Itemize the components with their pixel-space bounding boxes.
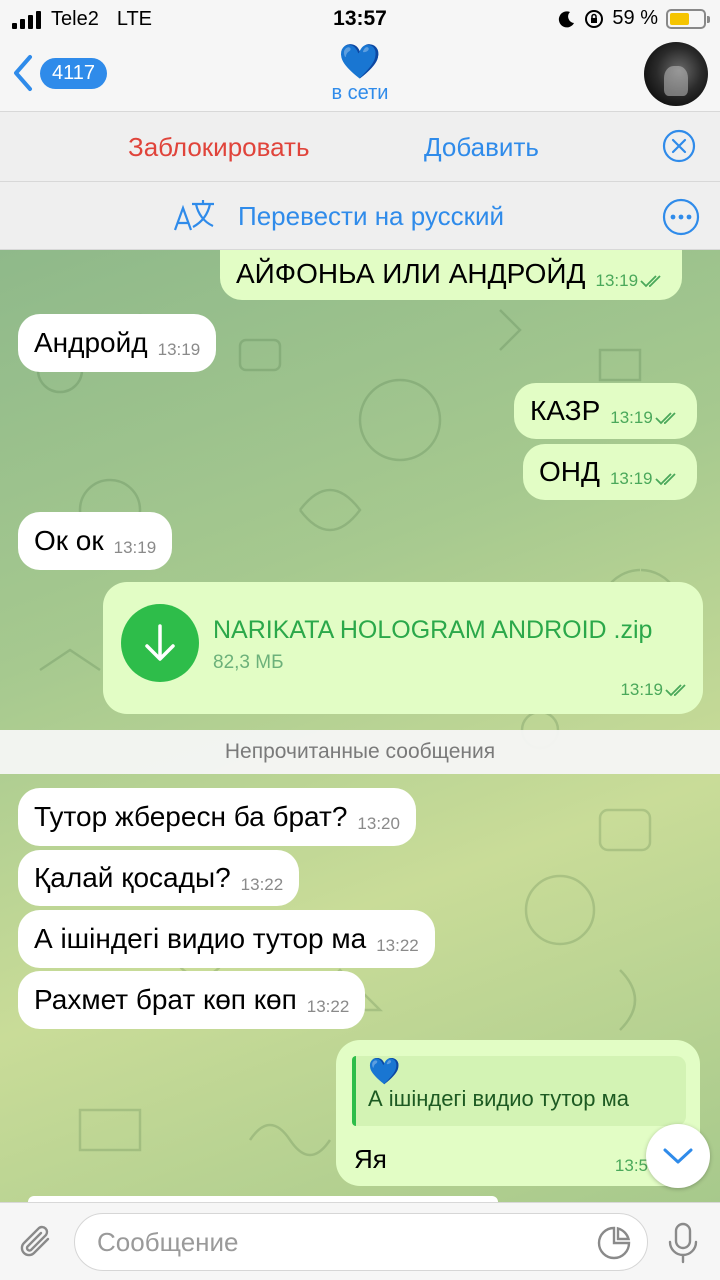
message-text: АЙФОНЬА ИЛИ АНДРОЙД [236,258,586,289]
message-bubble-incoming[interactable]: Тутор жбересн ба брат? 13:20 [18,788,416,846]
message-bubble-outgoing[interactable]: АЙФОНЬА ИЛИ АНДРОЙД 13:19 [220,250,683,300]
message-time: 13:19 [113,538,157,557]
message-bubble-incoming[interactable]: Қалай қосады? 13:22 [18,850,300,906]
message-text: А ішіндегі видио тутор ма [34,923,367,954]
reply-message-bubble[interactable]: 💙 А ішіндегі видио тутор ма Яя 13:5 [336,1040,700,1186]
message-bubble-outgoing[interactable]: ОНД 13:19 [523,444,697,500]
message-time: 13:19 [596,271,667,291]
file-size: 82,3 МБ [213,652,284,673]
translate-button[interactable]: Перевести на русский [238,201,504,232]
avatar[interactable] [644,42,708,106]
microphone-icon[interactable] [664,1221,702,1265]
message-bubble-incoming[interactable]: Андройд 13:19 [18,314,217,372]
message-list[interactable]: АЙФОНЬА ИЛИ АНДРОЙД 13:19 Андройд 13:19 … [0,250,720,1202]
block-button[interactable]: Заблокировать [128,132,310,163]
message-text: Тутор жбересн ба брат? [34,801,348,832]
reply-quote[interactable]: 💙 А ішіндегі видио тутор ма [352,1056,686,1126]
message-bubble-incoming[interactable]: Рахмет брат көп көп 13:22 [18,971,366,1029]
message-bubble-incoming[interactable]: А ішіндегі видио тутор ма 13:22 [18,910,435,968]
message-time: 13:5 [614,1156,648,1175]
contact-action-bar: Заблокировать Добавить [0,112,720,182]
peer-status: в сети [331,82,389,104]
message-input[interactable]: Сообщение [74,1213,648,1271]
quote-text: А ішіндегі видио тутор ма [368,1086,630,1111]
message-time: 13:22 [376,936,419,955]
message-time: 13:20 [357,814,400,833]
download-button[interactable] [121,604,199,682]
download-arrow-icon [145,624,175,661]
more-icon[interactable] [662,198,700,236]
message-time: 13:22 [240,875,284,894]
message-time: 13:19 [620,680,691,700]
sticker-icon[interactable] [596,1225,632,1261]
status-bar: Tele2 LTE 13:57 59 % [0,0,720,40]
double-check-icon [665,684,686,697]
message-text: Андройд [34,327,148,358]
message-time: 13:22 [306,997,350,1016]
file-message[interactable]: NARIKATA HOLOGRAM ANDROID .zip 82,3 МБ 1… [103,582,703,714]
message-text: Яя [354,1144,387,1174]
message-bubble-incoming[interactable]: Ок ок 13:19 [18,512,173,570]
unread-divider: Непрочитанные сообщения [0,730,720,774]
message-text: КАЗР [530,395,601,426]
translate-icon [173,200,214,231]
message-time: 13:19 [610,408,681,428]
message-bubble-outgoing[interactable]: КАЗР 13:19 [514,383,697,439]
battery-icon [666,8,710,29]
peer-info[interactable]: 💙 в сети [0,42,720,105]
scroll-down-button[interactable] [646,1124,710,1188]
chevron-down-icon [663,1148,693,1164]
message-text: ОНД [539,456,600,487]
translate-bar: Перевести на русский [0,182,720,250]
message-text: Қалай қосады? [34,862,231,893]
status-right: 59 % [558,7,710,30]
rotation-lock-icon [585,9,604,28]
message-time: 13:19 [610,469,681,489]
double-check-icon [655,412,676,425]
message-text: Ок ок [34,525,104,556]
close-icon[interactable] [662,129,696,163]
file-name: NARIKATA HOLOGRAM ANDROID .zip [213,616,653,644]
message-composer: Сообщение [0,1202,720,1280]
moon-icon [559,10,575,27]
quote-author: 💙 [368,1056,401,1086]
peer-name: 💙 [338,43,382,81]
double-check-icon [654,473,676,486]
add-contact-button[interactable]: Добавить [424,132,539,163]
message-text: Рахмет брат көп көп [34,984,297,1015]
battery-percent: 59 % [612,7,658,29]
chat-header: 4117 💙 в сети [0,40,720,112]
paperclip-icon[interactable] [18,1221,56,1261]
double-check-icon [640,275,661,288]
message-time: 13:19 [157,340,201,359]
